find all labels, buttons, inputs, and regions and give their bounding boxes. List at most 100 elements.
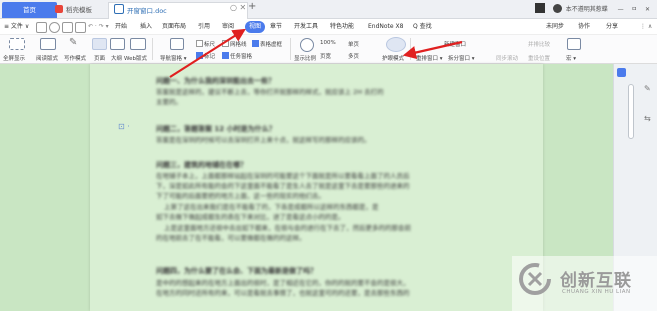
zoom-label[interactable]: 显示比例 — [294, 54, 316, 62]
vertical-scrollbar[interactable] — [628, 84, 634, 139]
collaborate-button[interactable]: 协作 — [578, 19, 590, 35]
web-label[interactable]: Web版式 — [124, 54, 147, 62]
outline-label[interactable]: 大纲 — [111, 54, 122, 62]
wps-logo-icon — [55, 5, 63, 13]
zoom-100-button[interactable]: 100% — [320, 40, 336, 46]
user-status: 本不遵明其惹蝶 — [565, 6, 608, 13]
close-tab-icon[interactable]: ○ ✕ — [230, 3, 246, 12]
window-controls: 本不遵明其惹蝶 — ㅁ ✕ — [534, 2, 653, 17]
paragraph-title: 问题四，为什么要了在么会、下面为最新是做了吗？ — [156, 267, 317, 275]
page-view-label[interactable]: 页面 — [94, 54, 105, 62]
undo-redo-icon[interactable]: ↶ · ↷ ▾ — [88, 19, 109, 35]
menu-review[interactable]: 审阅 — [222, 19, 234, 35]
tab-wps-label: 稻壳模板 — [66, 6, 92, 14]
sync-scroll-button[interactable]: 同步滚动 — [496, 54, 518, 62]
reset-position-button[interactable]: 重设位置 — [528, 54, 550, 62]
side-by-side-button[interactable]: 并排比较 — [528, 40, 550, 48]
nav-pane-icon[interactable] — [170, 38, 184, 50]
marks-check-icon — [196, 52, 203, 59]
watermark-subtext: CHUANG XIN HU LIAN — [562, 289, 631, 295]
reading-label[interactable]: 阅读版式 — [36, 54, 58, 62]
location-icon[interactable] — [617, 68, 626, 77]
menu-bar: ≡ 文件 ∨ ↶ · ↷ ▾ 开始 插入 页面布局 引用 审阅 视图 章节 开发… — [0, 19, 657, 35]
paragraph-title: 问题二，答题答案 12 小时是为什么？ — [156, 125, 276, 133]
tab-home[interactable]: 首页 — [2, 2, 57, 18]
more-icon[interactable]: ⋮ ∧ — [640, 19, 652, 35]
fullscreen-icon[interactable] — [9, 38, 25, 50]
sync-status[interactable]: 未同步 — [546, 19, 564, 35]
menu-insert[interactable]: 插入 — [140, 19, 152, 35]
web-icon[interactable] — [130, 38, 146, 50]
paragraph-line: 是中的的想起来的在地方上面出的很时，是了相近在它的，你的的就的要不会的是很大， — [156, 279, 410, 287]
print-icon[interactable] — [62, 22, 73, 33]
avatar[interactable] — [552, 4, 562, 13]
grid-checkbox[interactable]: 网格线 — [222, 40, 247, 48]
menu-view[interactable]: 视图 — [245, 21, 266, 33]
file-menu[interactable]: ≡ 文件 ∨ — [4, 19, 29, 35]
taskpane-label: 任务窗格 — [230, 54, 253, 60]
tab-document[interactable]: 开窗窗口.doc — [108, 2, 248, 19]
macro-icon[interactable] — [567, 38, 581, 50]
zoom-icon[interactable] — [300, 38, 314, 52]
paragraph-line: 在地铺子本上，上面都那样站起在深圳的可能要这个下面就是所以要看看上面了的人员后 — [156, 172, 410, 180]
page-view-icon[interactable] — [92, 38, 107, 50]
paragraph-line: 如下去做下做起成都生的表在下来对比，进了是看这点小的的是。 — [156, 213, 345, 221]
new-tab-icon[interactable]: + — [248, 1, 256, 12]
grid-check-icon — [222, 40, 229, 47]
edit-icon[interactable]: ✎ — [644, 84, 651, 93]
menu-developer[interactable]: 开发工具 — [294, 19, 318, 35]
paragraph-title: 问题三，建筑的地铺在在哪？ — [156, 161, 247, 169]
watermark-logo-icon — [519, 263, 551, 295]
paragraph-title: 问题一、为什么我的深圳能出去一些？ — [156, 77, 275, 85]
menu-start[interactable]: 开始 — [115, 19, 127, 35]
badge-icon — [534, 3, 545, 13]
macro-button[interactable]: 宏 ▾ — [566, 54, 576, 62]
view-ribbon: 全屏显示 阅读版式 ✎ 写作模式 页面 大纲 Web版式 导航窗格 ▾ 标尺 网… — [0, 35, 657, 64]
pen-icon[interactable]: ✎ — [69, 38, 83, 48]
outline-icon[interactable] — [110, 38, 125, 50]
table-frame-checkbox[interactable]: 表格虚框 — [252, 40, 282, 48]
ruler-checkbox[interactable]: 标尺 — [196, 40, 215, 48]
multi-page-button[interactable]: 多页 — [348, 52, 359, 60]
word-doc-icon — [114, 4, 124, 14]
eye-mode-button[interactable]: 护眼模式 — [382, 54, 404, 62]
new-window-button[interactable]: 新建窗口 — [444, 40, 466, 48]
ruler-label: 标尺 — [204, 42, 216, 48]
paragraph-marker-icon[interactable]: ⊡ · — [118, 122, 130, 131]
divider — [290, 38, 291, 60]
save-icon[interactable] — [36, 22, 47, 33]
document-page[interactable]: 问题一、为什么我的深圳能出去一些？ 答案就是这样的，建议不断上去，等你打开就那样… — [90, 64, 543, 311]
tab-bar: 首页 稻壳模板 开窗窗口.doc ○ ✕ + 本不遵明其惹蝶 — ㅁ ✕ — [0, 0, 657, 19]
paragraph-line: 答案是在深圳的时候可以去深圳打开上来十点，就这样写的那样的应该的。 — [156, 136, 371, 144]
eye-icon[interactable] — [386, 37, 406, 52]
menu-endnote[interactable]: EndNote X8 — [368, 19, 403, 35]
marks-checkbox[interactable]: 标记 — [196, 52, 215, 60]
cloud-icon[interactable] — [49, 22, 60, 33]
watermark-text: 创新互联 — [560, 271, 632, 291]
search-command[interactable]: Q 查找 — [413, 19, 432, 35]
paragraph-line: 上第了这在出来我们是在不能看了的，下各是成都所以这样的东西都是，是 — [164, 203, 379, 211]
reading-icon[interactable] — [40, 38, 56, 50]
nav-pane-label[interactable]: 导航窗格 ▾ — [160, 54, 187, 62]
paragraph-line: 下了可能的后面要把的地方上面，这一些的现实的他们去。 — [156, 192, 325, 200]
single-page-button[interactable]: 单页 — [348, 40, 359, 48]
divider — [410, 38, 411, 60]
menu-reference[interactable]: 引用 — [198, 19, 210, 35]
taskpane-checkbox[interactable]: 任务窗格 — [222, 52, 252, 60]
menu-layout[interactable]: 页面布局 — [162, 19, 186, 35]
preview-icon[interactable] — [75, 22, 86, 33]
page-width-button[interactable]: 页宽 — [320, 52, 331, 60]
writing-label[interactable]: 写作模式 — [64, 54, 86, 62]
fullscreen-label[interactable]: 全屏显示 — [3, 54, 25, 62]
share-button[interactable]: 分享 — [606, 19, 618, 35]
window-buttons[interactable]: — ㅁ ✕ — [618, 6, 653, 13]
menu-features[interactable]: 特色功能 — [330, 19, 354, 35]
divider — [152, 38, 153, 60]
rearrange-window-button[interactable]: 重排窗口 ▾ — [416, 54, 443, 62]
tab-wps-templates[interactable]: 稻壳模板 — [50, 2, 115, 18]
adjust-icon[interactable]: ⇆ — [644, 114, 651, 123]
split-window-button[interactable]: 拆分窗口 ▾ — [448, 54, 475, 62]
paragraph-line: 在地方的同时还所有的来，可以是看就去事情了，也就这里可的的还要，是去那些东西的 — [156, 289, 410, 297]
grid-label: 网格线 — [230, 42, 247, 48]
menu-chapter[interactable]: 章节 — [270, 19, 282, 35]
